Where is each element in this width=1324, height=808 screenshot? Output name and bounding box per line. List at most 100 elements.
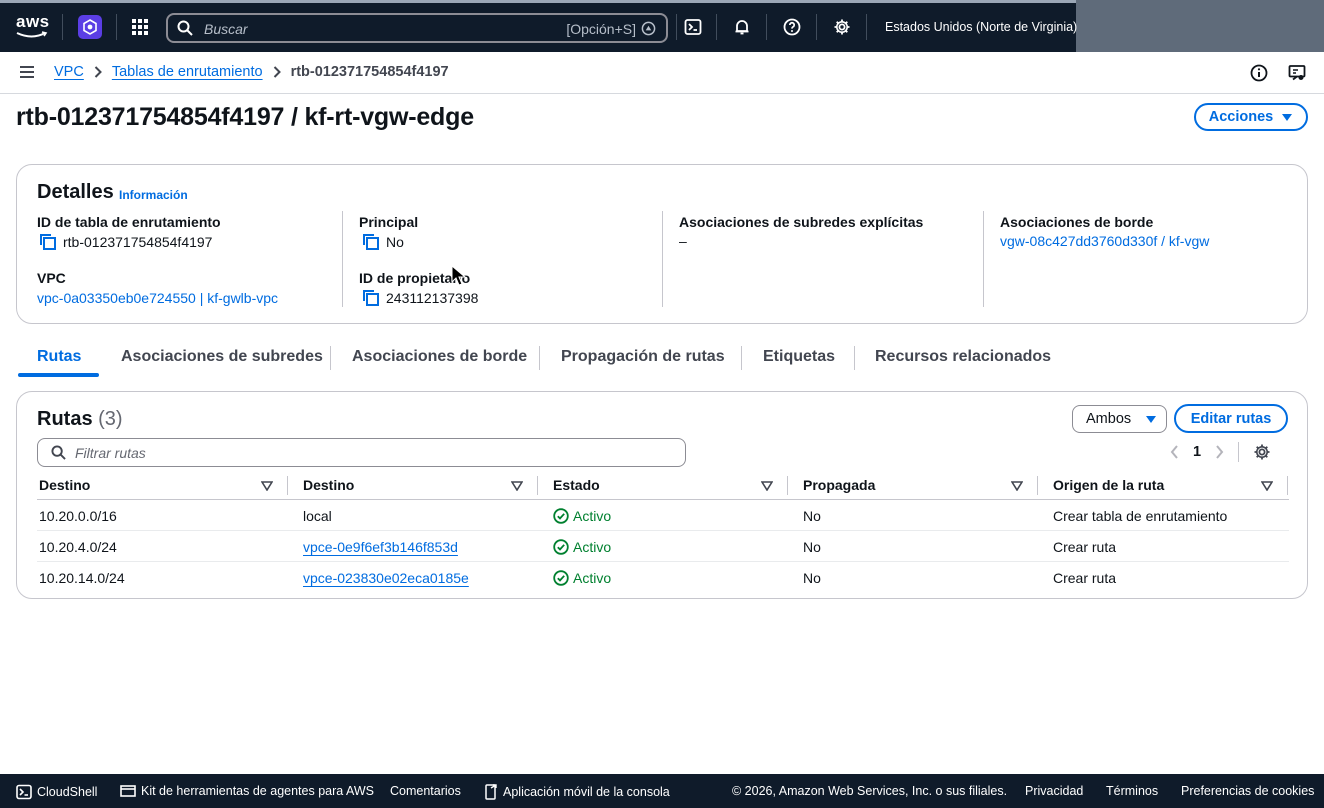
breadcrumb-vpc[interactable]: VPC	[54, 64, 84, 80]
footer-cookie-preferences[interactable]: Preferencias de cookies	[1181, 784, 1314, 798]
info-panel-icon[interactable]	[1250, 64, 1268, 82]
check-circle-icon	[553, 570, 569, 586]
copy-icon[interactable]	[39, 233, 57, 251]
edge-associations-link[interactable]: vgw-08c427dd3760d330f / kf-vgw	[1000, 233, 1209, 249]
column-divider	[342, 211, 343, 307]
sort-down-icon[interactable]	[1011, 481, 1023, 491]
cell-route-origin: Crear ruta	[1053, 570, 1117, 586]
edge-associations-label: Asociaciones de borde	[1000, 214, 1154, 230]
details-heading: Detalles	[37, 181, 114, 203]
chevron-right-icon	[94, 66, 102, 78]
sort-down-icon[interactable]	[511, 481, 523, 491]
top-border	[0, 0, 1076, 3]
table-header: Destino Destino Estado Propagada Origen …	[37, 472, 1289, 500]
column-header-status[interactable]: Estado	[553, 477, 600, 493]
actions-button[interactable]: Acciones	[1194, 103, 1308, 131]
sort-down-icon[interactable]	[261, 481, 273, 491]
vpc-label: VPC	[37, 270, 66, 286]
cloudshell-icon[interactable]	[684, 18, 702, 36]
explicit-subnet-associations-label: Asociaciones de subredes explícitas	[679, 214, 924, 230]
vpc-link[interactable]: vpc-0a03350eb0e724550 | kf-gwlb-vpc	[37, 290, 278, 306]
services-grid-icon[interactable]	[131, 18, 149, 36]
search-shortcut: [Opción+S]	[566, 21, 636, 37]
vpc-service-icon[interactable]	[78, 15, 102, 39]
column-divider	[662, 211, 663, 307]
cell-target-link[interactable]: vpce-023830e02eca0185e	[303, 570, 469, 586]
breadcrumb-bar: VPC Tablas de enrutamiento rtb-012371754…	[0, 52, 1324, 94]
edit-routes-button[interactable]: Editar rutas	[1174, 404, 1288, 433]
console-footer: CloudShell Kit de herramientas de agente…	[0, 774, 1324, 808]
filter-routes-input[interactable]: Filtrar rutas	[37, 438, 686, 467]
table-row: 10.20.4.0/24 vpce-0e9f6ef3b146f853d Acti…	[37, 531, 1289, 562]
routes-table: Destino Destino Estado Propagada Origen …	[37, 472, 1289, 593]
cell-propagated: No	[803, 570, 821, 586]
tab-divider	[854, 346, 855, 370]
nav-divider	[676, 14, 677, 40]
nav-divider	[116, 14, 117, 40]
table-row: 10.20.14.0/24 vpce-023830e02eca0185e Act…	[37, 562, 1289, 593]
tab-tags[interactable]: Etiquetas	[763, 348, 835, 366]
cloudshell-icon	[16, 784, 32, 800]
explicit-subnet-associations-value: –	[679, 233, 687, 249]
cell-destination: 10.20.4.0/24	[39, 539, 117, 555]
routes-panel: Rutas (3) Ambos Editar rutas Filtrar rut…	[16, 391, 1308, 599]
page-number[interactable]: 1	[1193, 444, 1201, 460]
footer-agent-toolkit[interactable]: Kit de herramientas de agentes para AWS	[120, 784, 374, 798]
footer-privacy[interactable]: Privacidad	[1025, 784, 1083, 798]
cell-target-link[interactable]: vpce-0e9f6ef3b146f853d	[303, 539, 458, 555]
footer-comments[interactable]: Comentarios	[390, 784, 461, 798]
global-search-input[interactable]: Buscar [Opción+S]	[166, 13, 668, 43]
column-header-route-origin[interactable]: Origen de la ruta	[1053, 477, 1164, 493]
details-panel: Detalles Información ID de tabla de enru…	[16, 164, 1308, 324]
cell-status: Activo	[553, 508, 611, 524]
settings-gear-icon[interactable]	[833, 18, 851, 36]
breadcrumb-route-tables[interactable]: Tablas de enrutamiento	[112, 64, 263, 80]
tab-divider	[330, 346, 331, 370]
cell-status: Activo	[553, 570, 611, 586]
tab-related-resources[interactable]: Recursos relacionados	[875, 348, 1051, 366]
nav-divider	[766, 14, 767, 40]
column-header-target[interactable]: Destino	[303, 477, 354, 493]
tab-edge-associations[interactable]: Asociaciones de borde	[352, 348, 527, 366]
column-header-propagated[interactable]: Propagada	[803, 477, 875, 493]
feedback-icon[interactable]	[1288, 64, 1306, 82]
detail-tabs: Rutas Asociaciones de subredes Asociacio…	[16, 340, 1308, 380]
cell-route-origin: Crear ruta	[1053, 539, 1117, 555]
breadcrumb: VPC Tablas de enrutamiento rtb-012371754…	[54, 64, 449, 80]
footer-mobile-app[interactable]: Aplicación móvil de la consola	[484, 784, 670, 800]
chevron-right-icon	[273, 66, 281, 78]
cell-propagated: No	[803, 539, 821, 555]
external-link-icon	[485, 784, 497, 800]
tab-routes[interactable]: Rutas	[37, 348, 81, 366]
shortcut-icon	[641, 21, 656, 36]
nav-divider	[716, 14, 717, 40]
aws-logo[interactable]: aws	[16, 13, 50, 40]
column-header-destination[interactable]: Destino	[39, 477, 90, 493]
table-settings-gear-icon[interactable]	[1253, 443, 1271, 461]
sort-down-icon[interactable]	[1261, 481, 1273, 491]
cell-status: Activo	[553, 539, 611, 555]
copy-icon[interactable]	[362, 289, 380, 307]
tab-subnet-associations[interactable]: Asociaciones de subredes	[121, 348, 323, 366]
mouse-cursor-icon	[451, 265, 467, 286]
chevron-left-icon[interactable]	[1170, 445, 1179, 459]
tab-route-propagation[interactable]: Propagación de rutas	[561, 348, 725, 366]
routes-count: (3)	[98, 408, 123, 430]
copy-icon[interactable]	[362, 233, 380, 251]
search-placeholder: Buscar	[204, 21, 248, 37]
notifications-bell-icon[interactable]	[733, 18, 751, 36]
details-info-link[interactable]: Información	[119, 188, 188, 202]
hamburger-menu-icon[interactable]	[19, 65, 35, 79]
help-icon[interactable]	[783, 18, 801, 36]
nav-extension	[1076, 0, 1324, 52]
region-selector[interactable]: Estados Unidos (Norte de Virginia)	[885, 20, 1077, 34]
route-filter-select[interactable]: Ambos	[1072, 405, 1167, 433]
footer-terms[interactable]: Términos	[1106, 784, 1158, 798]
pager-divider	[1238, 442, 1240, 462]
search-icon	[51, 445, 66, 460]
main-value: No	[362, 233, 404, 251]
actions-label: Acciones	[1208, 109, 1274, 125]
chevron-right-icon[interactable]	[1215, 445, 1224, 459]
footer-cloudshell[interactable]: CloudShell	[16, 784, 97, 800]
sort-down-icon[interactable]	[761, 481, 773, 491]
